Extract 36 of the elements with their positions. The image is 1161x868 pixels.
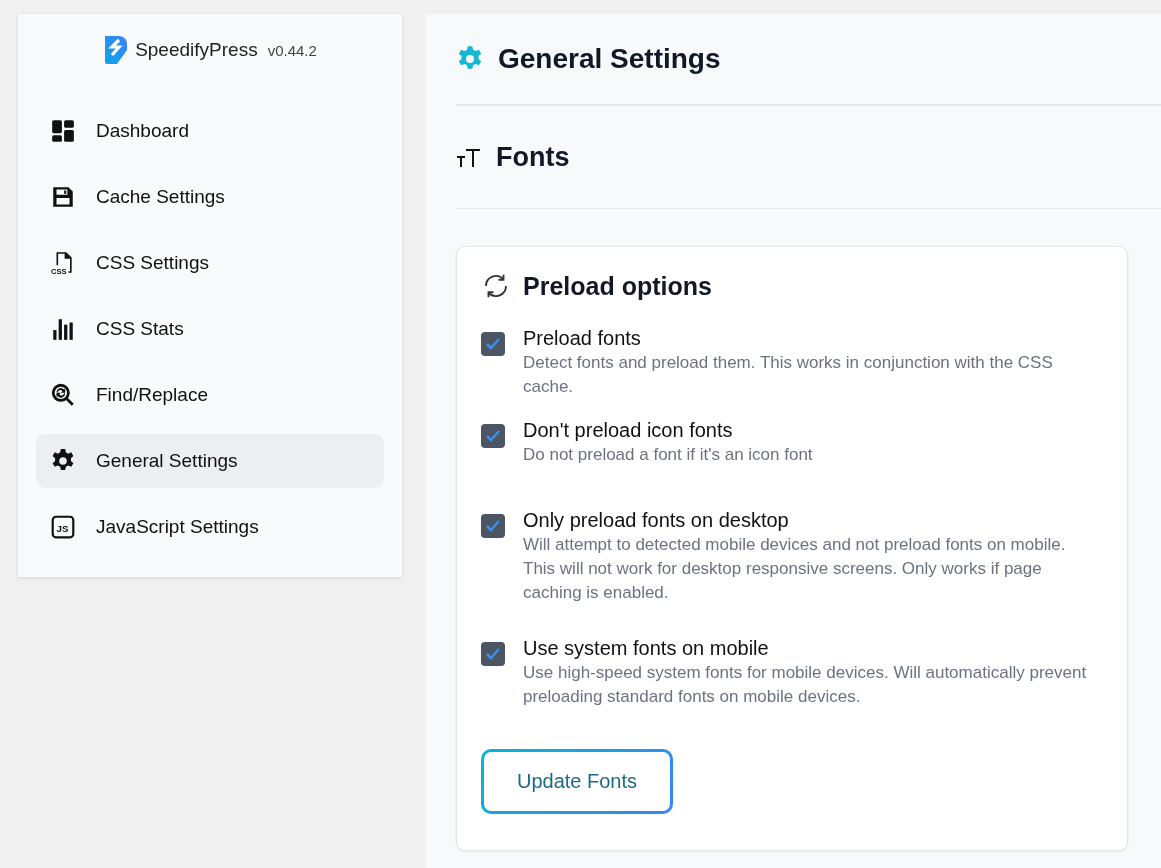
checkbox[interactable]	[481, 332, 505, 356]
section-title: Fonts	[496, 141, 570, 173]
nav-item[interactable]: CSS CSS Settings	[36, 236, 384, 290]
nav-item[interactable]: General Settings	[36, 434, 384, 488]
option-description: Detect fonts and preload them. This works in conjunction with the CSS cache.	[523, 352, 1054, 398]
checkbox[interactable]	[481, 514, 505, 538]
option-description: Will attempt to detected mobile devices and not preload fonts on mobile. This will not work for desktop responsive screens. Only works if page caching is enabled.	[523, 534, 1067, 604]
page-title: General Settings	[498, 43, 721, 75]
option-label: Use system fonts on mobile	[523, 636, 770, 661]
version-label: v0.44.2	[267, 41, 317, 59]
js-file-icon: JS	[50, 514, 76, 540]
logo-icon	[103, 34, 130, 66]
nav-item[interactable]: CSS Stats	[36, 302, 384, 356]
option-label: Don't preload icon fonts	[523, 418, 734, 443]
search-replace-icon	[50, 382, 76, 408]
check-icon	[485, 337, 501, 351]
brand-name: SpeedifyPress	[135, 39, 258, 61]
checkbox[interactable]	[481, 642, 505, 666]
option-label: Preload fonts	[523, 326, 642, 351]
nav-item[interactable]: Find/Replace	[36, 368, 384, 422]
option-description: Do not preload a font if it's an icon font	[523, 444, 813, 466]
check-icon	[485, 647, 501, 661]
nav-item[interactable]: Cache Settings	[36, 170, 384, 224]
nav-item[interactable]: JS JavaScript Settings	[36, 500, 384, 554]
option-label: Only preload fonts on desktop	[523, 508, 790, 533]
bar-chart-icon	[50, 316, 76, 342]
update-fonts-button[interactable]: Update Fonts	[481, 749, 673, 814]
nav-item[interactable]: Dashboard	[36, 104, 384, 158]
checkbox[interactable]	[481, 424, 505, 448]
card-title: Preload options	[523, 271, 712, 301]
check-icon	[485, 429, 501, 443]
option-description: Use high-speed system fonts for mobile devices. Will automatically prevent preloading standard fonts on mobile devices.	[523, 662, 1088, 708]
check-icon	[485, 519, 501, 533]
dashboard-icon	[50, 118, 76, 144]
text-size-icon	[456, 146, 482, 168]
save-icon	[50, 184, 76, 210]
